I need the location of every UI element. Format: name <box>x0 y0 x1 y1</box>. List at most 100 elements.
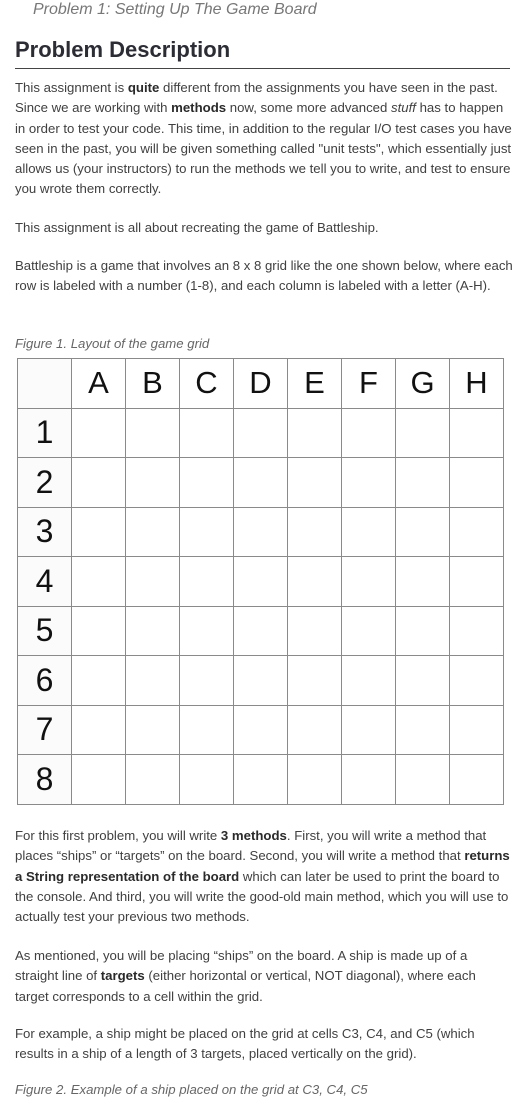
grid-cell-f1 <box>341 407 396 458</box>
grid-cell-g3 <box>395 506 450 557</box>
grid-row: 3 <box>17 506 504 557</box>
grid-cell-d2 <box>233 457 288 508</box>
grid-cell-h3 <box>449 506 504 557</box>
grid-row: 2 <box>17 457 504 508</box>
grid-cell-g4 <box>395 556 450 607</box>
bold-text: 3 methods <box>220 828 287 843</box>
grid-cell-d7 <box>233 704 288 755</box>
grid-cell-h2 <box>449 457 504 508</box>
grid-corner-cell <box>17 358 72 409</box>
row-header-6: 6 <box>17 655 72 706</box>
row-header-2: 2 <box>17 457 72 508</box>
grid-cell-b5 <box>125 605 180 656</box>
grid-row: 4 <box>17 556 504 607</box>
grid-cell-a3 <box>71 506 126 557</box>
column-header-b: B <box>125 358 180 409</box>
text-run: now, some more advanced <box>226 100 392 116</box>
grid-cell-a4 <box>71 556 126 607</box>
column-header-d: D <box>233 358 288 409</box>
row-header-8: 8 <box>17 754 72 805</box>
figure-2-caption: Figure 2. Example of a ship placed on th… <box>15 1082 368 1097</box>
grid-cell-g2 <box>395 457 450 508</box>
grid-cell-b2 <box>125 457 180 508</box>
battleship-intro-paragraph: This assignment is all about recreating … <box>15 218 513 238</box>
grid-cell-b7 <box>125 704 180 755</box>
grid-row: 1 <box>17 407 504 458</box>
grid-cell-h7 <box>449 704 504 755</box>
bold-text: quite <box>127 80 160 95</box>
grid-cell-e8 <box>287 754 342 805</box>
methods-paragraph: For this first problem, you will write 3… <box>15 826 513 927</box>
grid-cell-d5 <box>233 605 288 656</box>
game-grid-figure: ABCDEFGH12345678 <box>17 358 504 805</box>
grid-cell-g7 <box>395 704 450 755</box>
section-title: Problem Description <box>15 37 510 69</box>
grid-cell-f7 <box>341 704 396 755</box>
grid-cell-f4 <box>341 556 396 607</box>
grid-cell-d6 <box>233 655 288 706</box>
breadcrumb: Problem 1: Setting Up The Game Board <box>33 1 317 18</box>
grid-cell-c5 <box>179 605 234 656</box>
grid-cell-e1 <box>287 407 342 458</box>
figure-1-caption: Figure 1. Layout of the game grid <box>15 336 210 351</box>
grid-cell-g8 <box>395 754 450 805</box>
grid-cell-e2 <box>287 457 342 508</box>
grid-cell-c4 <box>179 556 234 607</box>
grid-cell-c3 <box>179 506 234 557</box>
grid-cell-e4 <box>287 556 342 607</box>
grid-description-paragraph: Battleship is a game that involves an 8 … <box>15 256 513 297</box>
grid-cell-a5 <box>71 605 126 656</box>
text-run: Battleship is a game that involves an 8 … <box>15 258 513 294</box>
grid-row: 7 <box>17 704 504 755</box>
row-header-7: 7 <box>17 704 72 755</box>
grid-cell-g5 <box>395 605 450 656</box>
column-header-c: C <box>179 358 234 409</box>
grid-cell-h6 <box>449 655 504 706</box>
grid-cell-b8 <box>125 754 180 805</box>
grid-cell-d1 <box>233 407 288 458</box>
grid-cell-f2 <box>341 457 396 508</box>
grid-cell-g1 <box>395 407 450 458</box>
grid-cell-e5 <box>287 605 342 656</box>
grid-cell-f8 <box>341 754 396 805</box>
grid-row: 8 <box>17 754 504 805</box>
grid-cell-e7 <box>287 704 342 755</box>
grid-cell-c2 <box>179 457 234 508</box>
column-header-g: G <box>395 358 450 409</box>
column-header-a: A <box>71 358 126 409</box>
grid-cell-c6 <box>179 655 234 706</box>
row-header-5: 5 <box>17 605 72 656</box>
grid-cell-b3 <box>125 506 180 557</box>
grid-cell-f6 <box>341 655 396 706</box>
row-header-4: 4 <box>17 556 72 607</box>
text-run: This assignment is all about recreating … <box>15 220 379 235</box>
grid-cell-h1 <box>449 407 504 458</box>
grid-header-row: ABCDEFGH <box>17 358 504 409</box>
grid-cell-a8 <box>71 754 126 805</box>
grid-cell-e6 <box>287 655 342 706</box>
row-header-1: 1 <box>17 407 72 458</box>
row-header-3: 3 <box>17 506 72 557</box>
grid-cell-a1 <box>71 407 126 458</box>
text-run: For example, a ship might be placed on t… <box>15 1026 475 1062</box>
column-header-f: F <box>341 358 396 409</box>
grid-cell-a6 <box>71 655 126 706</box>
grid-cell-c1 <box>179 407 234 458</box>
grid-cell-d3 <box>233 506 288 557</box>
grid-cell-b4 <box>125 556 180 607</box>
grid-cell-d8 <box>233 754 288 805</box>
grid-cell-f5 <box>341 605 396 656</box>
grid-cell-b6 <box>125 655 180 706</box>
grid-cell-c8 <box>179 754 234 805</box>
grid-cell-a7 <box>71 704 126 755</box>
example-paragraph: For example, a ship might be placed on t… <box>15 1024 513 1065</box>
grid-cell-h5 <box>449 605 504 656</box>
italic-text: stuff <box>391 100 416 116</box>
grid-row: 5 <box>17 605 504 656</box>
grid-cell-e3 <box>287 506 342 557</box>
grid-cell-f3 <box>341 506 396 557</box>
intro-paragraph: This assignment is quite different from … <box>15 78 513 200</box>
grid-cell-b1 <box>125 407 180 458</box>
column-header-h: H <box>449 358 504 409</box>
grid-cell-c7 <box>179 704 234 755</box>
